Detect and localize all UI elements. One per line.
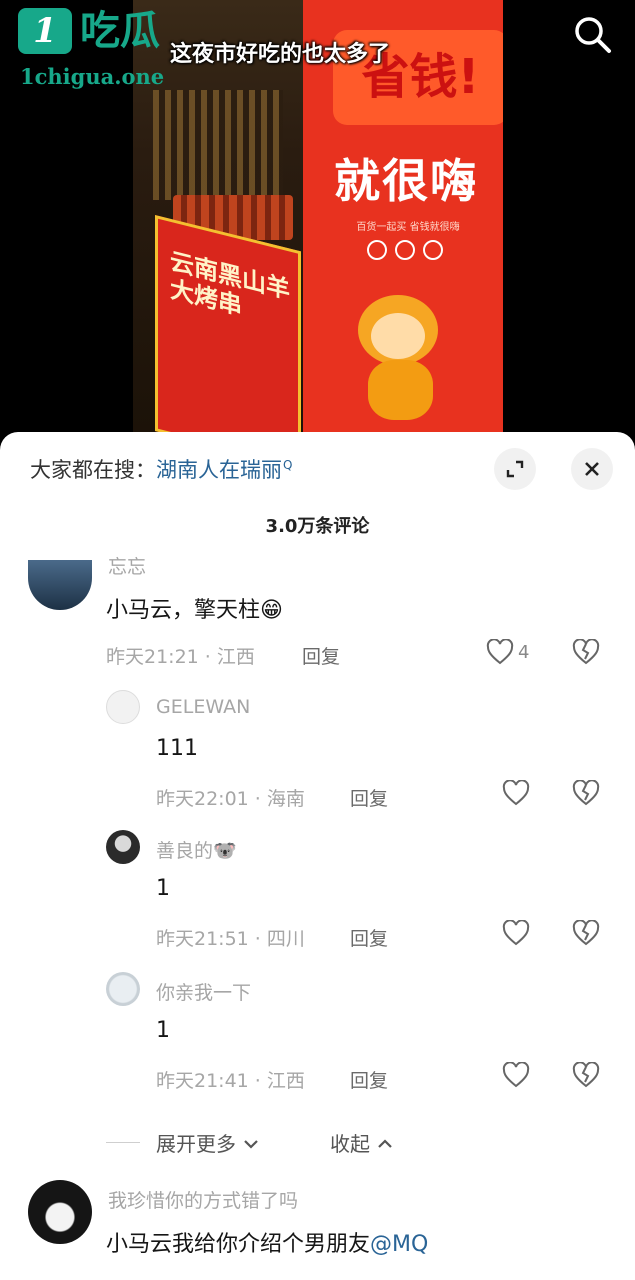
reply-text: 1 <box>156 876 170 901</box>
expand-button[interactable] <box>494 448 536 490</box>
reply-button[interactable]: 回复 <box>350 924 388 951</box>
avatar[interactable] <box>106 830 140 864</box>
comment-meta: 昨天21:21 · 江西 <box>106 646 255 668</box>
banner-main-text: 就很嗨 <box>334 154 478 208</box>
banner-icons <box>363 240 463 266</box>
stall-sign: 云南黑山羊大烤串 <box>155 215 301 440</box>
monkey-mascot <box>343 285 463 425</box>
search-icon <box>575 17 611 53</box>
comment-text: 小马云，擎天柱😁 <box>106 598 283 623</box>
banner-sub-text: 百货一起买 省钱就很嗨 <box>356 222 460 233</box>
reply-meta: 昨天21:41 · 江西 <box>156 1070 305 1092</box>
expand-icon <box>506 460 524 478</box>
mention-link[interactable]: @MQ <box>370 1232 428 1257</box>
trending-search-link[interactable]: 湖南人在瑞丽 <box>156 458 282 482</box>
reply-meta: 昨天21:51 · 四川 <box>156 928 305 950</box>
reply-meta: 昨天22:01 · 海南 <box>156 788 305 810</box>
expand-more-label: 展开更多 <box>156 1132 236 1156</box>
trending-search-prefix: 大家都在搜： <box>30 458 156 482</box>
chevron-up-icon <box>378 1139 393 1148</box>
comment-count: 3.0万条评论 <box>265 516 370 537</box>
broken-heart-icon <box>572 1061 600 1088</box>
replies-toggle-row: 展开更多 收起 <box>0 1122 635 1162</box>
dislike-button[interactable] <box>572 638 600 669</box>
watermark-name: 吃瓜 <box>80 8 160 54</box>
like-button[interactable] <box>502 780 530 806</box>
dislike-button[interactable] <box>572 919 600 950</box>
reply-button[interactable]: 回复 <box>350 784 388 811</box>
heart-icon <box>502 780 530 806</box>
dislike-button[interactable] <box>572 1061 600 1092</box>
close-icon <box>585 462 599 476</box>
reply-username[interactable]: 你亲我一下 <box>156 978 251 1005</box>
collapse-button[interactable]: 收起 <box>330 1128 394 1157</box>
avatar[interactable] <box>106 972 140 1006</box>
broken-heart-icon <box>572 779 600 806</box>
dislike-button[interactable] <box>572 779 600 810</box>
comment-text: 小马云我给你介绍个男朋友@MQ <box>106 1226 428 1258</box>
like-button[interactable] <box>502 920 530 946</box>
expand-more-button[interactable]: 展开更多 <box>156 1128 260 1157</box>
like-button[interactable] <box>502 1062 530 1088</box>
comment-sheet: 大家都在搜：湖南人在瑞丽Q 3.0万条评论 忘忘 小马云，擎天柱😁 昨天21:2… <box>0 432 635 1280</box>
divider <box>106 1142 140 1143</box>
comment-username[interactable]: 我珍惜你的方式错了吗 <box>108 1186 298 1213</box>
watermark-url: 1chigua.one <box>20 64 165 89</box>
avatar[interactable] <box>106 690 140 724</box>
avatar[interactable] <box>28 1180 92 1244</box>
reply-button[interactable]: 回复 <box>350 1066 388 1093</box>
chevron-down-icon <box>244 1140 259 1149</box>
broken-heart-icon <box>572 919 600 946</box>
search-small-icon: Q <box>283 458 293 472</box>
like-button[interactable]: 4 <box>486 639 529 665</box>
trending-search: 大家都在搜：湖南人在瑞丽Q <box>30 454 292 484</box>
comment-text-body: 小马云我给你介绍个男朋友 <box>106 1232 371 1257</box>
comment-username[interactable]: 忘忘 <box>108 552 146 579</box>
heart-icon <box>502 920 530 946</box>
reply-text: 1 <box>156 1018 170 1043</box>
avatar[interactable] <box>28 560 92 610</box>
like-count: 4 <box>518 641 530 663</box>
reply-username[interactable]: 善良的🐨 <box>156 836 237 863</box>
reply-text: 111 <box>156 736 198 761</box>
sheet-header: 大家都在搜：湖南人在瑞丽Q <box>0 432 635 502</box>
heart-icon <box>486 639 514 665</box>
collapse-label: 收起 <box>330 1132 370 1156</box>
video-caption: 这夜市好吃的也太多了 <box>170 42 391 67</box>
watermark-logo: 1 <box>18 8 72 54</box>
close-button[interactable] <box>571 448 613 490</box>
reply-button[interactable]: 回复 <box>302 642 340 669</box>
heart-icon <box>502 1062 530 1088</box>
stall-sign-text: 云南黑山羊大烤串 <box>170 245 290 321</box>
reply-username[interactable]: GELEWAN <box>156 696 250 718</box>
stall-lights <box>153 90 283 200</box>
broken-heart-icon <box>572 638 600 665</box>
search-button[interactable] <box>570 12 614 56</box>
